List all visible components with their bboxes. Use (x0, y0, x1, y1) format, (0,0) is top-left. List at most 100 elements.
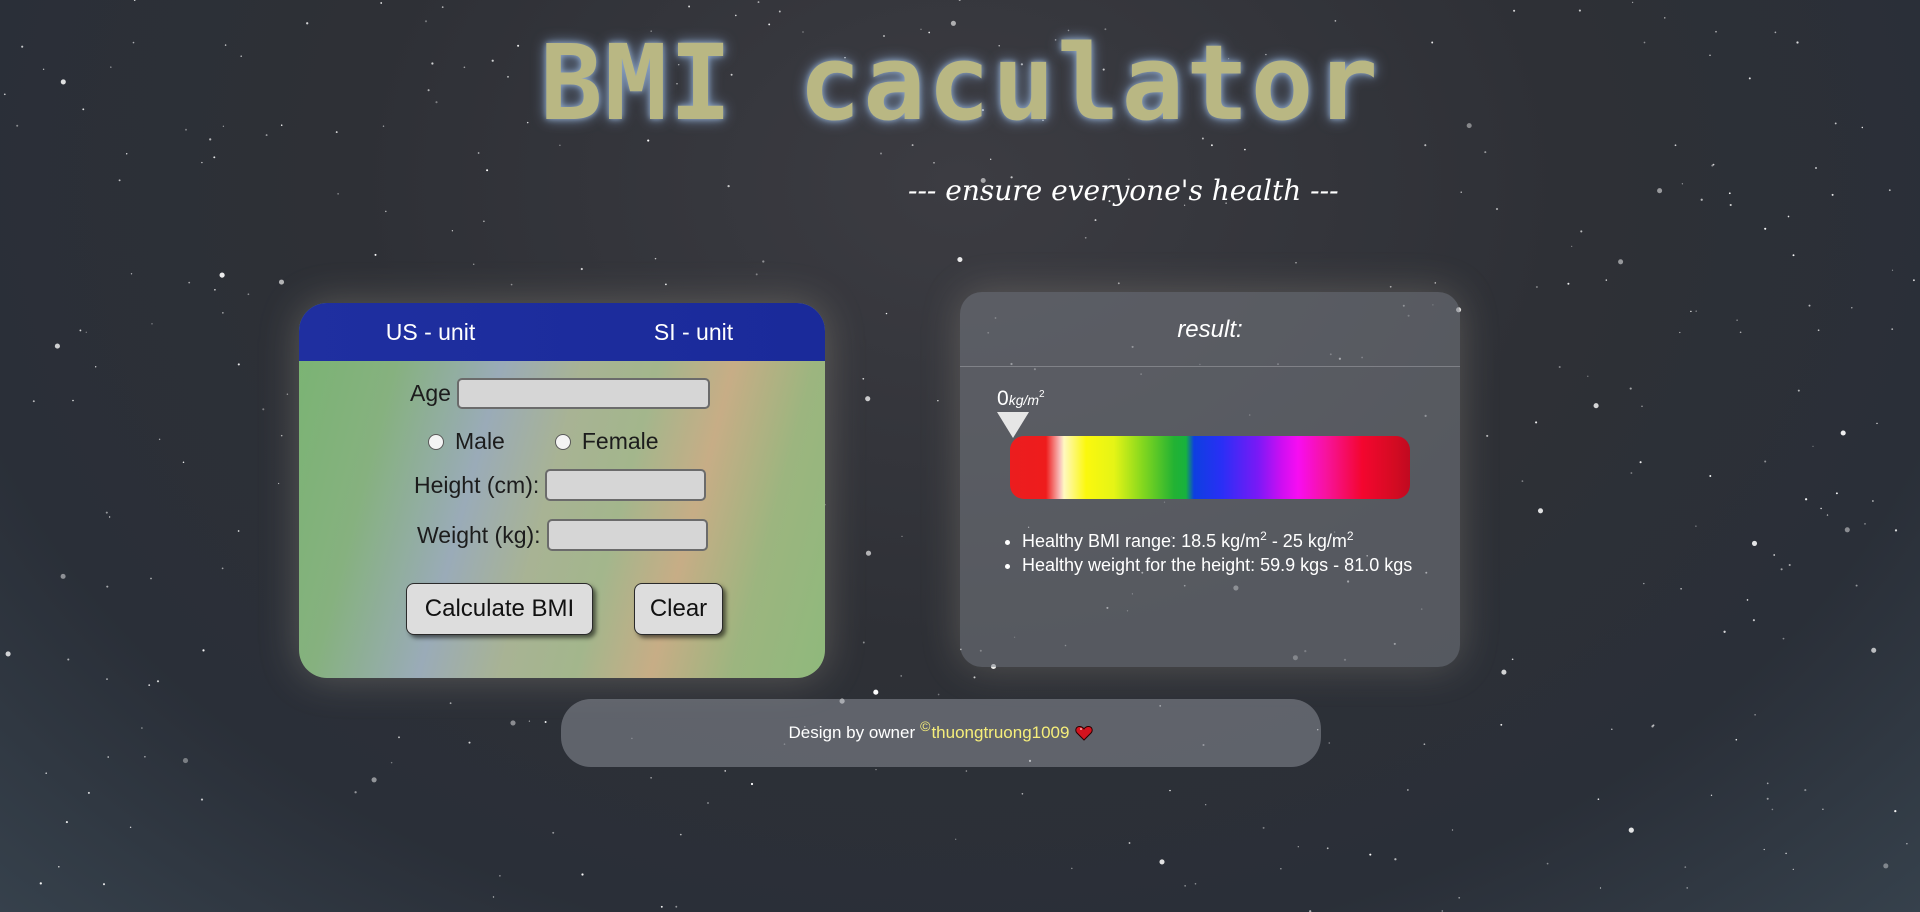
star (1326, 847, 1329, 850)
star (990, 158, 992, 160)
star (1773, 554, 1776, 556)
star (1690, 310, 1692, 313)
clear-button[interactable]: Clear (634, 583, 723, 635)
weight-row: Weight (kg): (417, 519, 708, 551)
star (1712, 163, 1715, 166)
star (262, 408, 265, 411)
star (955, 838, 957, 840)
star (1822, 808, 1824, 810)
star (865, 396, 871, 402)
star (727, 184, 730, 188)
star (486, 169, 489, 172)
star (1815, 167, 1817, 169)
star (510, 720, 516, 726)
female-label: Female (581, 428, 659, 454)
star (1128, 842, 1131, 844)
star (660, 905, 663, 908)
star (1458, 896, 1461, 899)
star (237, 363, 240, 366)
unit-tabs: US - unit SI - unit (299, 303, 825, 361)
star (664, 283, 667, 286)
star (371, 777, 377, 783)
author-link[interactable]: thuongtruong1009 (931, 723, 1069, 743)
star (865, 550, 872, 556)
star (1876, 422, 1878, 425)
healthy-weight-range: Healthy weight for the height: 59.9 kgs … (1022, 553, 1412, 577)
star (724, 770, 727, 772)
star (973, 676, 976, 679)
star (1788, 563, 1791, 567)
star (1630, 472, 1633, 474)
tab-us-unit[interactable]: US - unit (299, 303, 562, 361)
star (468, 741, 471, 744)
star (374, 253, 377, 256)
star (1894, 809, 1897, 813)
star (885, 312, 888, 315)
star (202, 649, 205, 652)
bmi-color-scale (1010, 436, 1410, 499)
star (1297, 846, 1299, 848)
star (133, 0, 136, 1)
star (32, 400, 35, 403)
star (581, 873, 584, 876)
star (390, 761, 393, 764)
male-label: Male (455, 428, 505, 454)
star (1851, 307, 1853, 309)
star (528, 720, 531, 722)
star (510, 283, 513, 286)
star (1094, 219, 1097, 222)
height-input[interactable] (545, 469, 707, 501)
star (237, 530, 240, 532)
star (580, 267, 583, 271)
star (559, 144, 561, 146)
star (1681, 183, 1684, 185)
female-radio[interactable] (554, 433, 571, 450)
calculate-bmi-button[interactable]: Calculate BMI (406, 583, 593, 635)
age-input[interactable] (456, 378, 710, 409)
star (1700, 198, 1703, 201)
star (911, 144, 914, 147)
male-radio[interactable] (428, 433, 444, 450)
star (1460, 191, 1462, 193)
star (45, 772, 47, 774)
star (1680, 587, 1682, 590)
footer-prefix: Design by owner (788, 723, 916, 742)
star (1883, 863, 1889, 869)
tab-si-unit[interactable]: SI - unit (562, 303, 825, 361)
star (552, 831, 555, 834)
star (182, 758, 189, 764)
bmi-value-readout: 0kg/m2 (997, 387, 1045, 411)
star (158, 438, 161, 441)
star (1451, 829, 1454, 831)
star (221, 567, 224, 570)
star (1739, 331, 1742, 334)
star (1844, 527, 1850, 533)
star (105, 511, 108, 514)
star (213, 156, 216, 159)
star (85, 331, 88, 333)
star (1771, 808, 1774, 811)
star (95, 366, 97, 368)
star (1735, 738, 1738, 741)
healthy-bmi-range: Healthy BMI range: 18.5 kg/m2 - 25 kg/m2 (1022, 529, 1412, 553)
star (1537, 508, 1544, 514)
star (1587, 375, 1589, 377)
star (39, 882, 42, 885)
star (286, 393, 289, 396)
star (1535, 285, 1538, 289)
star (200, 798, 204, 801)
bmi-unit-exponent: 2 (1039, 389, 1045, 400)
star (1751, 540, 1758, 546)
star (449, 702, 452, 705)
star (1631, 1, 1634, 4)
healthy-bmi-range-exp: 2 (1260, 529, 1267, 543)
age-row: Age (410, 378, 710, 409)
star (862, 641, 865, 644)
bmi-unit: kg/m (1008, 392, 1040, 408)
height-label: Height (cm): (414, 471, 540, 498)
star (130, 273, 133, 275)
star (1424, 144, 1427, 147)
star (1894, 529, 1898, 532)
weight-input[interactable] (546, 519, 708, 551)
star (1728, 192, 1731, 195)
